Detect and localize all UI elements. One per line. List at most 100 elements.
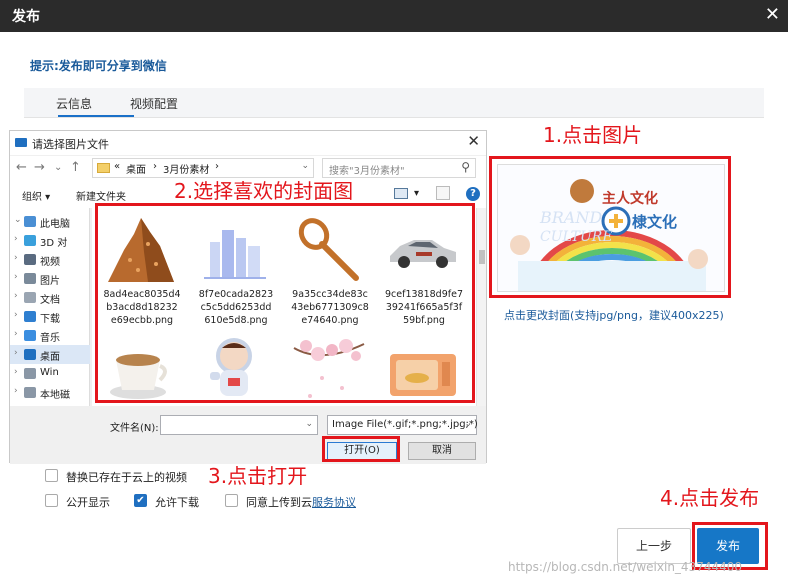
change-cover-link[interactable]: 点击更改封面(支持jpg/png，建议400x225) (504, 307, 724, 323)
cover-bottom-text: 棣文化 (632, 213, 677, 231)
organize-menu[interactable]: 组织 ▾ (22, 188, 50, 203)
file-name-line: 9a35cc34de83c (292, 289, 368, 300)
sidebar-label: 音乐 (40, 333, 60, 344)
open-button[interactable]: 打开(O) (327, 442, 397, 460)
expand-chevron-icon[interactable]: › (14, 253, 18, 263)
drive-icon (24, 387, 36, 398)
file-name-line: 43eb6771309c8 (291, 302, 369, 313)
tab-cloud-info[interactable]: 云信息 (56, 95, 92, 112)
sidebar-item-this-pc[interactable]: ⌄ 此电脑 (10, 212, 90, 231)
filetype-select[interactable]: Image File(*.gif;*.png;*.jpg;*) ⌄ (327, 415, 478, 435)
preview-pane-icon[interactable] (436, 186, 450, 200)
scrollbar-thumb[interactable] (479, 250, 485, 264)
car-thumbnail (390, 240, 456, 268)
sidebar-item-local-disk[interactable]: › 本地磁 (10, 383, 90, 402)
dialog-title: 请选择图片文件 (32, 138, 109, 151)
camera-icon (15, 138, 27, 147)
search-icon[interactable]: ⚲ (461, 160, 470, 174)
sidebar-label: 下载 (40, 314, 60, 325)
window-title: 发布 (12, 9, 40, 25)
microwave-thumbnail[interactable] (386, 334, 460, 406)
cover-image[interactable]: 主人文化 棣文化 BRAND CULTURE (497, 164, 725, 292)
pictures-icon (24, 273, 36, 284)
sidebar-label: 3D 对 (40, 238, 68, 249)
breadcrumb-separator: › (215, 161, 219, 172)
sidebar-item-3d-objects[interactable]: › 3D 对 (10, 231, 90, 250)
sidebar-item-desktop[interactable]: › 桌面 (10, 345, 90, 364)
watermark: https://blog.csdn.net/weixin_43744400 (508, 560, 743, 574)
previous-step-button[interactable]: 上一步 (617, 528, 691, 564)
file-name-line: c5c5dd6253dd (200, 302, 272, 313)
tab-video-config[interactable]: 视频配置 (130, 95, 178, 112)
filetype-value: Image File(*.gif;*.png;*.jpg;*) (332, 419, 478, 430)
annotation-step1: 1.点击图片 (543, 123, 643, 147)
active-tab-indicator (58, 115, 134, 117)
filename-input[interactable]: ⌄ (160, 415, 318, 435)
view-dropdown-icon[interactable]: ▾ (414, 188, 419, 199)
file-name-line: 8f7e0cada2823 (198, 289, 274, 300)
back-arrow-icon[interactable]: ← (16, 160, 27, 175)
filetype-dropdown-icon[interactable]: ⌄ (464, 419, 472, 429)
expand-chevron-icon[interactable]: › (14, 329, 18, 339)
drive-icon (24, 368, 36, 379)
agree-upload-checkbox[interactable] (225, 494, 238, 507)
downloads-icon (24, 311, 36, 322)
sidebar-label: 图片 (40, 276, 60, 287)
astronaut-thumbnail[interactable] (198, 334, 272, 406)
expand-chevron-icon[interactable]: ⌄ (14, 215, 22, 225)
folder-icon (97, 163, 110, 173)
sidebar-label: 视频 (40, 257, 60, 268)
videos-icon (24, 254, 36, 265)
file-name-line: e74640.png (301, 315, 359, 326)
forward-arrow-icon[interactable]: → (34, 160, 45, 175)
sidebar-item-documents[interactable]: › 文档 (10, 288, 90, 307)
sidebar-item-pictures[interactable]: › 图片 (10, 269, 90, 288)
public-display-checkbox[interactable] (45, 494, 58, 507)
expand-chevron-icon[interactable]: › (14, 386, 18, 396)
expand-chevron-icon[interactable]: › (14, 348, 18, 358)
coffee-cup-thumbnail[interactable] (104, 334, 178, 406)
close-icon[interactable]: ✕ (765, 4, 780, 25)
agree-upload-label: 同意上传到云服务协议 (246, 494, 356, 510)
expand-chevron-icon[interactable]: › (14, 234, 18, 244)
3d-objects-icon (24, 235, 36, 246)
breadcrumb-march-materials[interactable]: 3月份素材 (163, 161, 209, 176)
file-list-scrollbar[interactable] (476, 208, 486, 406)
allow-download-checkbox[interactable]: ✔ (134, 494, 147, 507)
expand-chevron-icon[interactable]: › (14, 291, 18, 301)
sidebar-item-windows-drive[interactable]: › Win (10, 364, 90, 383)
address-prefix: « (114, 161, 121, 172)
recent-dropdown-icon[interactable]: ⌄ (54, 162, 62, 173)
sidebar-label: 此电脑 (40, 219, 70, 230)
mountain-thumbnail (108, 218, 174, 282)
computer-icon (24, 216, 36, 227)
help-icon[interactable]: ? (466, 187, 480, 201)
expand-chevron-icon[interactable]: › (14, 310, 18, 320)
dialog-title-bar: 请选择图片文件 ✕ (10, 131, 486, 155)
dialog-close-icon[interactable]: ✕ (467, 132, 480, 150)
cover-brand-text: BRAND (539, 208, 602, 227)
cherry-blossom-thumbnail[interactable] (292, 334, 366, 406)
documents-icon (24, 292, 36, 303)
annotation-step2: 2.选择喜欢的封面图 (174, 179, 354, 203)
view-mode-icon[interactable] (394, 188, 408, 199)
breadcrumb-desktop[interactable]: 桌面 (126, 161, 146, 176)
replace-video-checkbox[interactable] (45, 469, 58, 482)
sidebar-label: 桌面 (40, 352, 60, 363)
wooden-spoon-thumbnail (298, 218, 359, 281)
expand-chevron-icon[interactable]: › (14, 367, 18, 377)
new-folder-button[interactable]: 新建文件夹 (76, 188, 126, 203)
navigation-pane: ⌄ 此电脑 › 3D 对 › 视频 › 图片 › 文档 › 下载 › 音乐 › … (10, 208, 90, 406)
publish-button[interactable]: 发布 (697, 528, 759, 564)
sidebar-item-videos[interactable]: › 视频 (10, 250, 90, 269)
cover-culture-text: CULTURE (540, 229, 613, 245)
public-display-label: 公开显示 (66, 496, 110, 509)
address-dropdown-icon[interactable]: ⌄ (301, 161, 309, 171)
filename-dropdown-icon[interactable]: ⌄ (305, 419, 313, 429)
sidebar-item-music[interactable]: › 音乐 (10, 326, 90, 345)
sidebar-item-downloads[interactable]: › 下载 (10, 307, 90, 326)
up-arrow-icon[interactable]: ↑ (70, 160, 81, 175)
service-agreement-link[interactable]: 服务协议 (312, 496, 356, 509)
cancel-button[interactable]: 取消 (408, 442, 476, 460)
expand-chevron-icon[interactable]: › (14, 272, 18, 282)
